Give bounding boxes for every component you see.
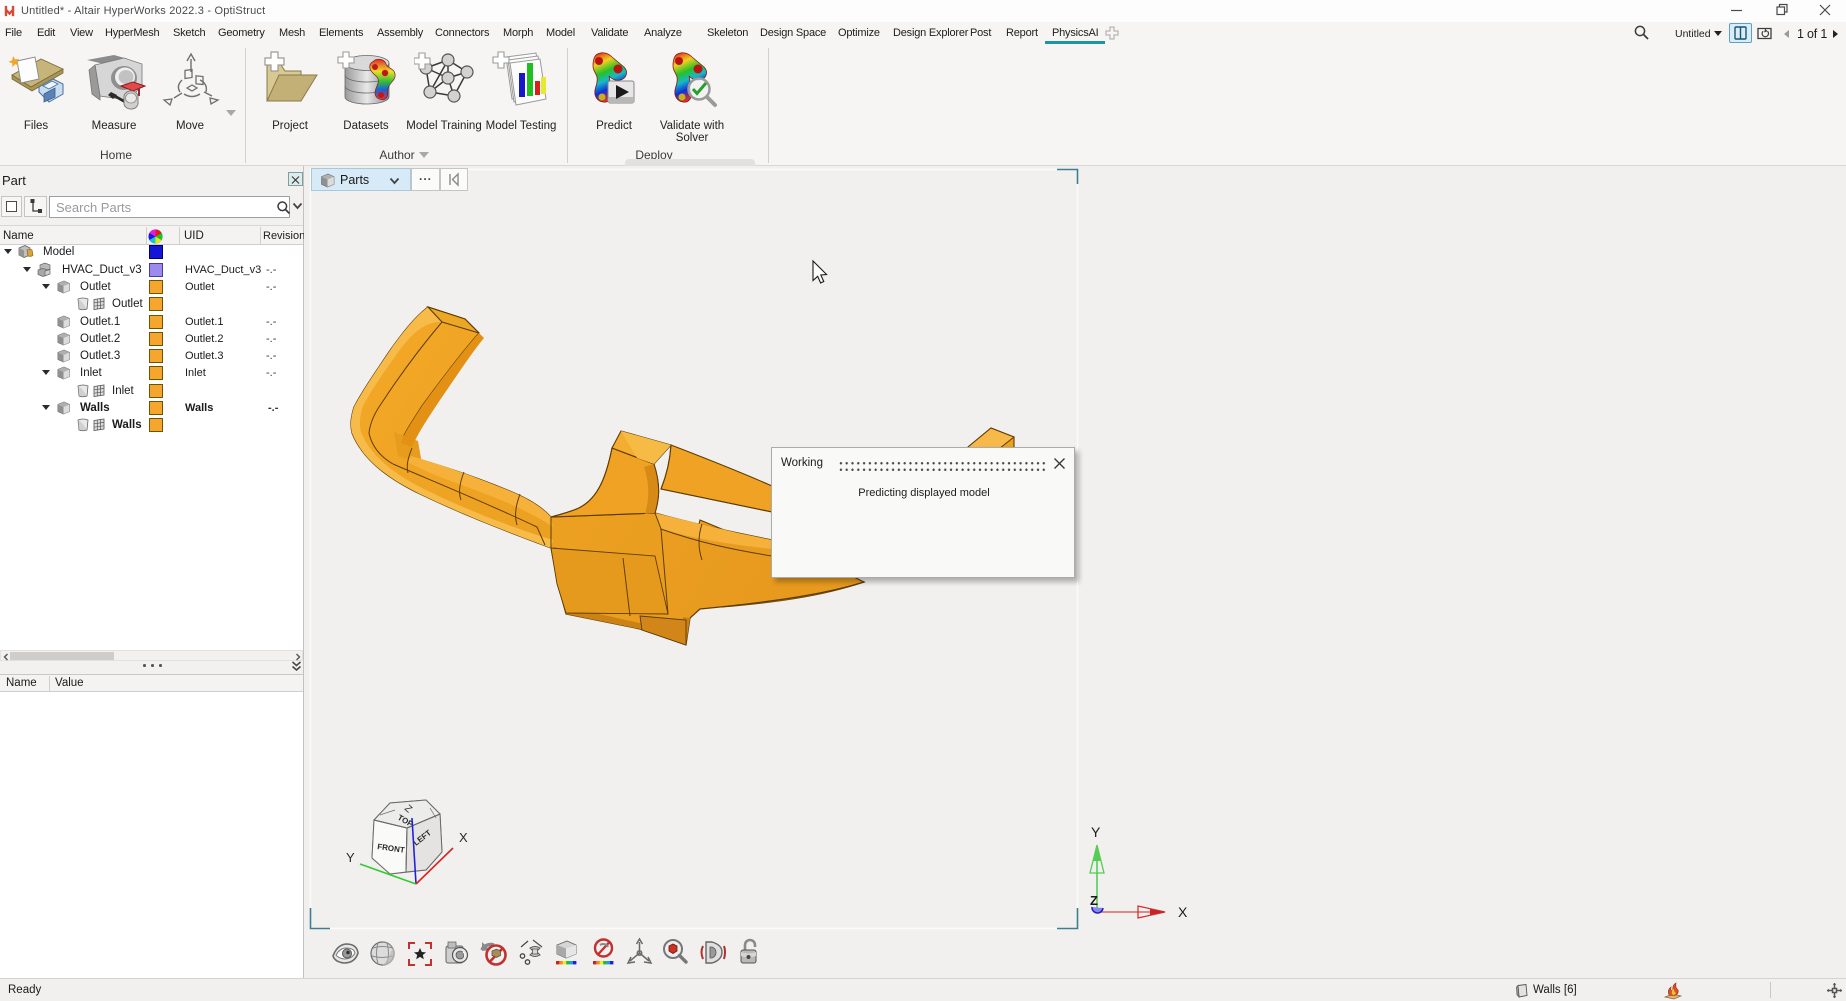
svg-text:X: X (1178, 904, 1188, 920)
svg-text:Y: Y (346, 850, 355, 865)
svg-text:Y: Y (1091, 824, 1101, 840)
svg-text:Z: Z (1090, 893, 1098, 908)
svg-text:X: X (459, 830, 468, 845)
